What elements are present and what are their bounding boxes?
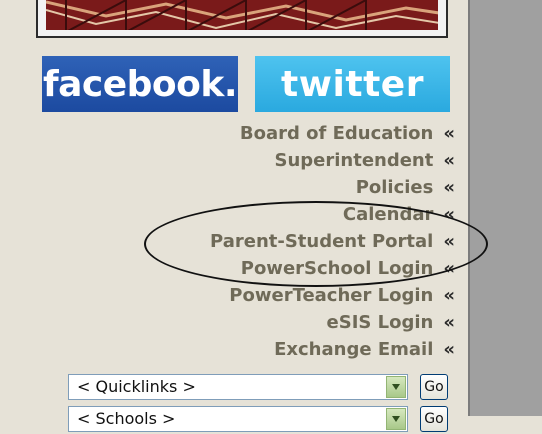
nav-item-policies[interactable]: Policies « [170, 174, 455, 201]
second-selected-value: < Schools > [77, 409, 176, 428]
quicklinks-go-button[interactable]: Go [420, 374, 448, 400]
nav-item-powerteacher-login[interactable]: PowerTeacher Login « [170, 282, 455, 309]
second-select[interactable]: < Schools > [68, 406, 408, 432]
nav-links: Board of Education « Superintendent « Po… [170, 120, 455, 363]
quicklinks-select[interactable]: < Quicklinks > [68, 374, 408, 400]
nav-link-label[interactable]: Board of Education [240, 123, 434, 144]
double-chevron-left-icon: « [443, 204, 455, 225]
twitter-button[interactable]: twitter [255, 56, 450, 112]
double-chevron-left-icon: « [443, 231, 455, 252]
quicklinks-selected-value: < Quicklinks > [77, 377, 196, 396]
nav-item-powerschool-login[interactable]: PowerSchool Login « [170, 255, 455, 282]
facebook-logo-dot: . [223, 63, 238, 105]
nav-item-parent-student-portal[interactable]: Parent-Student Portal « [170, 228, 455, 255]
nav-link-label[interactable]: Policies [356, 177, 434, 198]
nav-item-calendar[interactable]: Calendar « [170, 201, 455, 228]
second-go-button[interactable]: Go [420, 406, 448, 432]
nav-link-label[interactable]: PowerTeacher Login [229, 285, 433, 306]
nav-link-label[interactable]: Parent-Student Portal [210, 231, 433, 252]
double-chevron-left-icon: « [443, 177, 455, 198]
double-chevron-left-icon: « [443, 312, 455, 333]
double-chevron-left-icon: « [443, 339, 455, 360]
double-chevron-left-icon: « [443, 285, 455, 306]
chevron-down-icon[interactable] [386, 408, 406, 430]
double-chevron-left-icon: « [443, 150, 455, 171]
header-photo-pattern [46, 0, 438, 30]
quicklinks-row: < Quicklinks > Go [68, 374, 453, 402]
double-chevron-left-icon: « [443, 123, 455, 144]
second-dropdown-row: < Schools > Go [68, 406, 453, 434]
nav-item-exchange-email[interactable]: Exchange Email « [170, 336, 455, 363]
double-chevron-left-icon: « [443, 258, 455, 279]
facebook-logo-text: facebook [42, 63, 224, 105]
nav-link-label[interactable]: Superintendent [274, 150, 433, 171]
nav-link-label[interactable]: Calendar [343, 204, 433, 225]
nav-link-label[interactable]: Exchange Email [274, 339, 433, 360]
nav-link-label[interactable]: PowerSchool Login [241, 258, 434, 279]
nav-link-label[interactable]: eSIS Login [327, 312, 434, 333]
nav-item-board-of-education[interactable]: Board of Education « [170, 120, 455, 147]
chevron-down-icon[interactable] [386, 376, 406, 398]
facebook-button[interactable]: facebook. [42, 56, 238, 112]
header-photo-image [46, 0, 438, 30]
nav-item-superintendent[interactable]: Superintendent « [170, 147, 455, 174]
nav-item-esis-login[interactable]: eSIS Login « [170, 309, 455, 336]
twitter-logo-text: twitter [281, 63, 424, 105]
header-photo [36, 0, 448, 38]
window-background [470, 0, 542, 416]
